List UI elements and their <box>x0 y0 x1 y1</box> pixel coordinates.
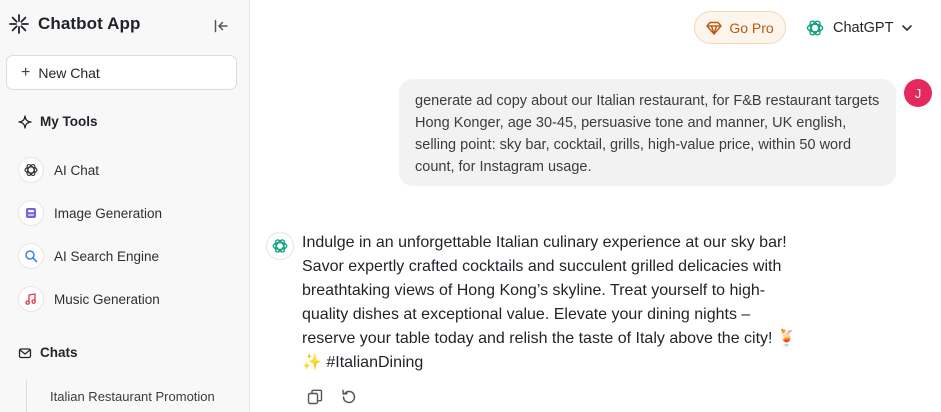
assistant-message: Indulge in an unforgettable Italian culi… <box>302 234 797 371</box>
openai-icon <box>272 239 288 253</box>
app-title: Chatbot App <box>38 14 141 33</box>
openai-icon <box>806 20 824 36</box>
sidebar-item-label: Music Generation <box>54 291 160 307</box>
sidebar-item-image-generation[interactable]: Image Generation <box>18 200 162 226</box>
new-chat-label: New Chat <box>38 64 100 81</box>
go-pro-button[interactable]: Go Pro <box>694 11 786 44</box>
openai-icon <box>18 157 44 183</box>
sidebar-item-label: Image Generation <box>54 205 163 221</box>
chat-main: Go Pro ChatGPT generate ad copy about ou… <box>250 0 941 412</box>
music-note-icon <box>18 286 44 312</box>
app-window: Chatbot App + New Chat My Tools AI Chat … <box>0 0 941 412</box>
sidebar-item-music-generation[interactable]: Music Generation <box>18 286 160 312</box>
search-icon <box>18 243 44 269</box>
user-message: generate ad copy about our Italian resta… <box>399 79 896 186</box>
go-pro-label: Go Pro <box>729 19 774 36</box>
copy-icon <box>307 389 323 405</box>
collapse-left-icon <box>214 19 228 33</box>
chat-history-item[interactable]: Italian Restaurant Promotion <box>26 380 238 412</box>
sidebar-item-ai-chat[interactable]: AI Chat <box>18 157 99 183</box>
my-tools-heading: My Tools <box>18 114 98 129</box>
brand: Chatbot App <box>8 13 140 35</box>
plus-icon: + <box>21 63 31 81</box>
model-selector[interactable]: ChatGPT <box>805 14 913 42</box>
mail-icon <box>18 347 32 358</box>
logo-icon <box>8 13 30 35</box>
regenerate-button[interactable] <box>338 386 360 408</box>
chats-heading: Chats <box>18 345 78 360</box>
my-tools-label: My Tools <box>40 114 98 129</box>
chevron-down-icon <box>902 25 913 31</box>
sidebar-item-ai-search-engine[interactable]: AI Search Engine <box>18 243 159 269</box>
sparkle-icon <box>18 114 32 129</box>
model-label: ChatGPT <box>833 20 894 36</box>
diamond-icon <box>706 21 723 35</box>
collapse-sidebar-button[interactable] <box>210 15 232 37</box>
refresh-icon <box>342 389 356 404</box>
assistant-avatar <box>266 232 294 260</box>
sidebar: Chatbot App + New Chat My Tools AI Chat … <box>0 0 250 412</box>
new-chat-button[interactable]: + New Chat <box>6 55 237 90</box>
sidebar-item-label: AI Chat <box>54 162 100 178</box>
copy-button[interactable] <box>304 386 326 408</box>
image-icon <box>18 200 44 226</box>
user-avatar: J <box>904 79 932 107</box>
chats-label: Chats <box>40 345 78 360</box>
sidebar-item-label: AI Search Engine <box>54 248 160 264</box>
chat-history-label: Italian Restaurant Promotion <box>50 388 215 404</box>
